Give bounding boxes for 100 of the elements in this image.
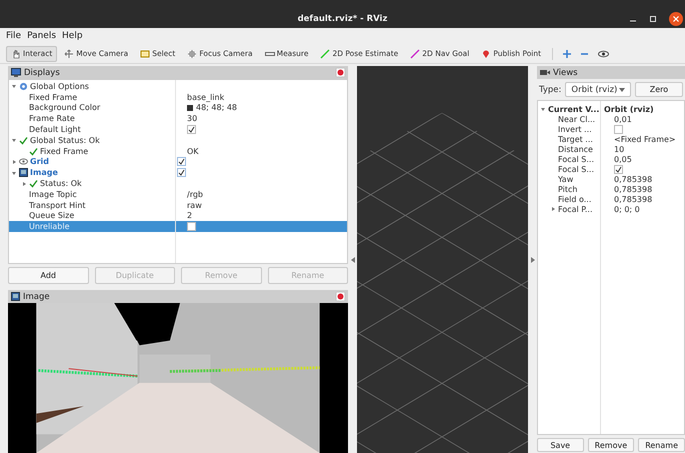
tree-row[interactable]: Grid [9,156,347,168]
property-label: Transport Hint [29,200,86,210]
eye-icon[interactable] [598,48,610,58]
close-icon[interactable] [669,12,683,26]
panel-title: Image [23,292,50,302]
property-label: Yaw [558,174,574,184]
property-value: 2 [187,211,192,220]
property-label: Focal S... [558,164,594,174]
panel-button[interactable]: Remove [588,438,634,452]
property-label: Distance [558,144,593,154]
crosshair-icon [187,48,198,58]
property-label: Fixed Frame [40,146,88,156]
property-value: 0; 0; 0 [614,204,640,214]
property-value: <Fixed Frame> [614,134,676,144]
add-icon[interactable] [562,48,572,58]
expand-arrow-icon[interactable] [540,106,546,112]
checkbox[interactable] [614,124,623,134]
expand-arrow-icon[interactable] [550,206,556,212]
property-label: Background Color [29,103,100,112]
property-label: Global Options [30,82,89,91]
tree-row[interactable]: Frame Rate 30 [9,113,347,124]
checkbox[interactable] [177,168,186,178]
tree-row[interactable]: Queue Size 2 [9,210,347,222]
checkbox[interactable] [187,125,196,134]
tree-row[interactable]: Image [9,167,347,178]
property-label: Invert ... [558,124,592,134]
property-label: Near Cl... [558,114,596,124]
property-value: 30 [187,114,198,124]
expand-arrow-icon[interactable] [21,180,27,187]
property-value: 48; 48; 48 [196,103,238,112]
tree-row[interactable]: Fixed Frame OK [9,146,347,157]
property-label: Focal S... [558,154,594,164]
zero-button[interactable]: Zero [635,82,683,97]
property-label: Fixed Frame [29,92,78,102]
property-label: Target ... [558,134,593,144]
checkbox[interactable] [177,157,186,166]
checkbox[interactable] [614,164,623,174]
line-icon [320,48,330,58]
expand-arrow-icon[interactable] [11,158,17,165]
move-arrows-icon [64,48,74,58]
view-type-dropdown[interactable]: Orbit (rviz) [565,82,631,97]
hand-icon [11,48,21,58]
panel-title: Views [553,68,578,78]
tree-row[interactable]: Global Options [9,81,347,92]
expand-arrow-icon[interactable] [530,256,534,262]
panel-button[interactable]: Save [537,438,584,452]
panel-button[interactable]: Add [8,267,88,284]
tree-row[interactable]: Fixed Frame base_link [9,92,347,103]
panel-title: Displays [24,68,60,78]
type-label: Type: [539,84,562,94]
tree-row[interactable]: Transport Hint raw [9,200,347,211]
rectangle-icon [140,48,150,58]
property-value: 10 [614,144,624,154]
property-label: Queue Size [29,211,74,220]
property-label: Grid [30,157,49,166]
camera-icon [540,69,550,76]
property-label: Image Topic [29,190,77,199]
expand-arrow-icon[interactable] [11,170,17,176]
property-label: Current V... [548,104,600,114]
monitor-icon [11,68,21,77]
property-value: 0,785398 [614,184,652,194]
property-value: 0,01 [614,114,632,124]
property-value: /rgb [187,190,203,199]
property-value: Orbit (rviz) [604,104,654,114]
image-icon [11,292,20,301]
menu-item[interactable]: Help [62,31,83,41]
window-title: default.rviz* - RViz [298,14,388,24]
expand-arrow-icon[interactable] [11,137,17,144]
line-icon [410,48,420,58]
property-label: Status: Ok [40,179,82,188]
property-label: Frame Rate [29,114,75,124]
image-icon [19,168,28,178]
maximize-icon[interactable] [649,15,657,23]
caret-icon [619,88,625,92]
property-value: base_link [187,92,224,102]
property-value: 0,785398 [614,194,652,204]
property-label: Unreliable [29,222,70,232]
tree-row[interactable]: Default Light [9,124,347,135]
property-label: Pitch [558,184,578,194]
tree-row[interactable]: Global Status: Ok [9,134,347,146]
expand-arrow-icon[interactable] [11,83,17,90]
collapse-arrow-icon[interactable] [350,256,354,262]
menu-item[interactable]: Panels [27,31,56,41]
pin-icon [481,48,492,58]
tree-row[interactable]: Background Color 48; 48; 48 [9,102,347,114]
check-icon [29,179,38,188]
property-value: raw [187,200,202,210]
property-label: Default Light [29,125,81,134]
checkbox[interactable] [187,222,196,232]
property-value: 0,05 [614,154,632,164]
menu-item[interactable]: File [6,31,22,41]
property-label: Global Status: Ok [30,136,100,145]
tree-row[interactable]: Status: Ok [9,178,347,189]
property-label: Image [30,168,58,178]
property-label: Focal P... [558,204,592,214]
property-label: Field o... [558,194,592,204]
property-value: OK [187,146,199,156]
tree-row[interactable]: Image Topic /rgb [9,188,347,200]
panel-button[interactable]: Rename [638,438,685,452]
property-value: 0,785398 [614,174,652,184]
